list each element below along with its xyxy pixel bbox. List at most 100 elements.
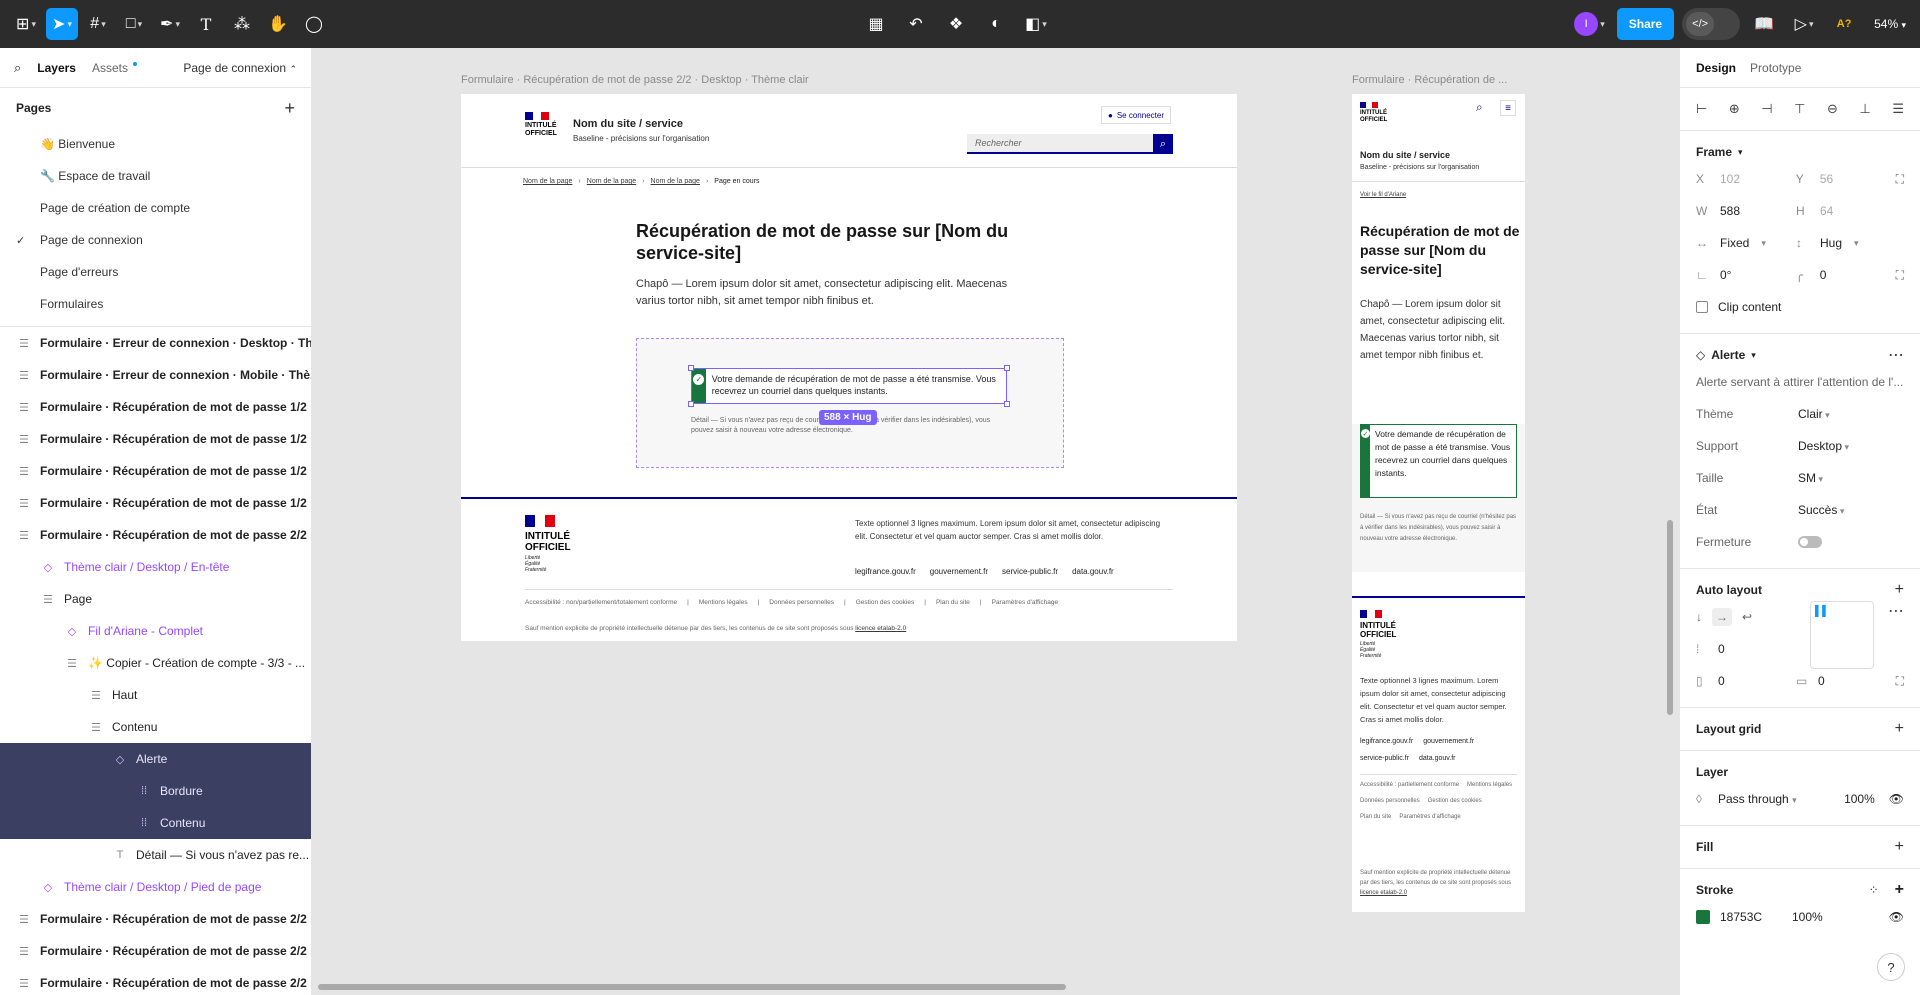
more-options-icon[interactable]: ⋯ bbox=[1888, 345, 1904, 365]
desktop-frame[interactable]: INTITULÉ OFFICIEL Nom du site / service … bbox=[461, 94, 1237, 641]
layer-item[interactable]: ☰ Formulaire · Récupération de mot de pas… bbox=[0, 455, 311, 487]
vertical-scrollbar[interactable] bbox=[1667, 520, 1673, 715]
add-fill-icon[interactable]: + bbox=[1895, 838, 1904, 856]
comment-tool-button[interactable]: ◯ bbox=[298, 8, 330, 40]
layer-item[interactable]: ☰ Contenu bbox=[0, 711, 311, 743]
layer-item[interactable]: ☰ Formulaire · Récupération de mot de pas… bbox=[0, 519, 311, 551]
opacity-value[interactable]: 100% bbox=[1844, 792, 1875, 806]
shape-tool-button[interactable]: □ ▾ bbox=[118, 8, 150, 40]
resize-handle[interactable] bbox=[1004, 365, 1010, 371]
add-page-icon[interactable]: + bbox=[284, 98, 295, 119]
blend-mode-select[interactable]: Pass through ▾ bbox=[1718, 792, 1797, 806]
y-field[interactable]: Y 56 bbox=[1796, 172, 1896, 186]
independent-corners-icon[interactable]: ⛶ bbox=[1896, 268, 1904, 283]
footer-link[interactable]: gouvernement.fr bbox=[1423, 738, 1474, 745]
add-auto-layout-icon[interactable]: + bbox=[1895, 581, 1904, 599]
library-button[interactable]: 📖 bbox=[1748, 8, 1780, 40]
breadcrumb-link[interactable]: Nom de la page bbox=[523, 178, 572, 185]
style-grid-icon[interactable]: ⁘ bbox=[1869, 883, 1879, 897]
footer-link[interactable]: service-public.fr bbox=[1360, 755, 1409, 762]
padding-h-value[interactable]: 0 bbox=[1718, 674, 1776, 688]
contrast-button[interactable]: ◐ bbox=[980, 8, 1012, 40]
layer-item[interactable]: ☰ Formulaire · Récupération de mot de pas… bbox=[0, 935, 311, 967]
layer-item[interactable]: ⁞⁞ Bordure bbox=[0, 775, 311, 807]
layer-item[interactable]: ☰ Formulaire · Erreur de connexion · Desk… bbox=[0, 327, 311, 359]
stroke-opacity[interactable]: 100% bbox=[1792, 910, 1823, 924]
x-field[interactable]: X 102 bbox=[1696, 172, 1796, 186]
width-mode-select[interactable]: ↔ Fixed ▾ bbox=[1696, 236, 1796, 250]
present-button[interactable]: ▷ ▾ bbox=[1788, 8, 1820, 40]
layer-item[interactable]: ☰ ✨ Copier - Création de compte - 3/3 - .… bbox=[0, 647, 311, 679]
tidy-button[interactable]: ▦ bbox=[860, 8, 892, 40]
w-field[interactable]: W 588 bbox=[1696, 204, 1796, 218]
eye-icon[interactable]: 👁 bbox=[1889, 910, 1904, 924]
page-item[interactable]: 👋 Bienvenue bbox=[0, 128, 311, 160]
boolean-button[interactable]: ◧ ▾ bbox=[1020, 8, 1052, 40]
align-left-icon[interactable]: ⊢ bbox=[1696, 101, 1707, 117]
layer-item[interactable]: ◇ Alerte bbox=[0, 743, 311, 775]
wrap-icon[interactable]: ↩ bbox=[1742, 610, 1752, 624]
breadcrumb-link[interactable]: Nom de la page bbox=[587, 178, 636, 185]
add-layout-grid-icon[interactable]: + bbox=[1895, 720, 1904, 738]
stroke-color-swatch[interactable] bbox=[1696, 910, 1710, 924]
eye-icon[interactable]: 👁 bbox=[1889, 792, 1904, 806]
alert-component[interactable]: ✓ Votre demande de récupération de mot d… bbox=[691, 368, 1007, 404]
stroke-hex[interactable]: 18753C bbox=[1720, 910, 1792, 924]
zoom-menu[interactable]: 54% ▾ bbox=[1868, 17, 1912, 31]
component-name[interactable]: Alerte bbox=[1711, 348, 1745, 362]
page-dropdown[interactable]: Page de connexion ⌃ bbox=[183, 61, 297, 75]
tab-design[interactable]: Design bbox=[1696, 61, 1736, 75]
layer-item[interactable]: ⁞⁞ Contenu bbox=[0, 807, 311, 839]
menu-icon[interactable]: ≡ bbox=[1500, 100, 1516, 116]
resize-handle[interactable] bbox=[1004, 401, 1010, 407]
layer-item[interactable]: ☰ Formulaire · Récupération de mot de pas… bbox=[0, 487, 311, 519]
align-middle-icon[interactable]: ⊖ bbox=[1827, 101, 1838, 117]
horizontal-scrollbar[interactable] bbox=[318, 984, 1066, 990]
padding-v-value[interactable]: 0 bbox=[1818, 674, 1825, 688]
footer-bottom-link[interactable]: Données personnelles bbox=[769, 599, 834, 606]
login-button[interactable]: ● Se connecter bbox=[1101, 106, 1171, 124]
footer-link[interactable]: gouvernement.fr bbox=[930, 567, 988, 576]
search-icon[interactable]: ⌕ bbox=[1476, 100, 1483, 115]
h-field[interactable]: H 64 bbox=[1796, 204, 1896, 218]
share-button[interactable]: Share bbox=[1616, 8, 1675, 40]
page-item[interactable]: Page d'erreurs bbox=[0, 256, 311, 288]
pen-tool-button[interactable]: ✒ ▾ bbox=[154, 8, 186, 40]
footer-bottom-link[interactable]: Plan du site bbox=[1360, 814, 1391, 820]
a11y-plugin-button[interactable]: A? bbox=[1828, 8, 1860, 40]
main-menu-button[interactable]: ⊞ ▾ bbox=[10, 8, 42, 40]
individual-padding-icon[interactable]: ⛶ bbox=[1896, 674, 1904, 689]
alert-component[interactable]: ✓ Votre demande de récupération de mot d… bbox=[1360, 424, 1517, 498]
arrow-down-icon[interactable]: ↓ bbox=[1696, 610, 1702, 624]
height-mode-select[interactable]: ↕ Hug ▾ bbox=[1796, 236, 1896, 250]
distribute-icon[interactable]: ☰ bbox=[1892, 101, 1904, 117]
clip-content-checkbox[interactable] bbox=[1696, 301, 1708, 313]
radius-field[interactable]: ╭ 0 bbox=[1796, 268, 1896, 282]
resources-button[interactable]: ⁂ bbox=[226, 8, 258, 40]
frame-tool-button[interactable]: # ▾ bbox=[82, 8, 114, 40]
desktop-frame-label[interactable]: Formulaire · Récupération de mot de pass… bbox=[461, 74, 809, 86]
resize-handle[interactable] bbox=[688, 401, 694, 407]
footer-license-link[interactable]: licence etalab-2.0 bbox=[855, 625, 906, 632]
footer-link[interactable]: service-public.fr bbox=[1002, 567, 1058, 576]
resize-handle[interactable] bbox=[688, 365, 694, 371]
footer-bottom-link[interactable]: Mentions légales bbox=[699, 599, 748, 606]
layer-item[interactable]: ◇ Thème clair / Desktop / En-tête bbox=[0, 551, 311, 583]
footer-bottom-link[interactable]: Paramètres d'affichage bbox=[1399, 814, 1460, 820]
footer-bottom-link[interactable]: Paramètres d'affichage bbox=[992, 599, 1059, 606]
move-tool-button[interactable]: ➤ ▾ bbox=[46, 8, 78, 40]
help-button[interactable]: ? bbox=[1877, 953, 1905, 981]
footer-bottom-link[interactable]: Mentions légales bbox=[1467, 782, 1512, 788]
text-tool-button[interactable]: T bbox=[190, 8, 222, 40]
page-item[interactable]: ✓ Page de connexion bbox=[0, 224, 311, 256]
footer-bottom-link[interactable]: Accessibilité : partiellement conforme bbox=[1360, 782, 1459, 788]
layer-item[interactable]: ☰ Formulaire · Récupération de mot de pas… bbox=[0, 903, 311, 935]
page-item[interactable]: Formulaires bbox=[0, 288, 311, 320]
constraints-icon[interactable]: ⛶ bbox=[1896, 172, 1904, 187]
align-right-icon[interactable]: ⊣ bbox=[1761, 101, 1772, 117]
align-center-h-icon[interactable]: ⊕ bbox=[1729, 101, 1740, 117]
tab-assets[interactable]: Assets bbox=[92, 61, 137, 75]
footer-bottom-link[interactable]: Gestion des cookies bbox=[1428, 798, 1482, 804]
mobile-frame[interactable]: INTITULÉ OFFICIEL ⌕ ≡ Nom du site / serv… bbox=[1352, 94, 1525, 912]
layer-item[interactable]: ☰ Formulaire · Récupération de mot de pas… bbox=[0, 967, 311, 995]
